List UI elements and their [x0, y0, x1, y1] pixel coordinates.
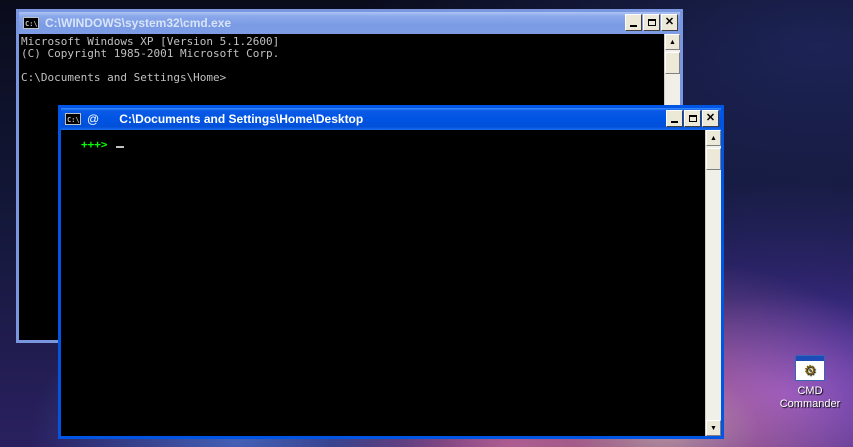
text-cursor	[115, 146, 124, 148]
console-input[interactable]: +++>	[61, 130, 705, 436]
scroll-thumb[interactable]	[665, 52, 680, 74]
console-line: (C) Copyright 1985-2001 Microsoft Corp.	[21, 47, 280, 60]
desktop: C:\WINDOWS\system32\cmd.exe Microsoft Wi…	[0, 0, 853, 447]
window-controls	[625, 14, 678, 31]
console-line: C:\Documents and Settings\Home>	[21, 71, 227, 84]
shortcut-label-line2: Commander	[779, 398, 841, 410]
maximize-button[interactable]	[643, 14, 660, 31]
window-controls	[666, 110, 719, 127]
command-prompt: +++>	[81, 138, 108, 151]
scroll-up-button[interactable]: ▲	[706, 130, 721, 146]
cmd-window-front[interactable]: @ C:\Documents and Settings\Home\Desktop…	[58, 105, 724, 439]
cmd-icon[interactable]	[65, 113, 81, 125]
shortcut-label-line1: CMD	[797, 385, 823, 397]
title-prefix: @	[87, 112, 100, 126]
scroll-down-button[interactable]: ▼	[706, 420, 721, 436]
close-button[interactable]	[702, 110, 719, 127]
window-title: C:\Documents and Settings\Home\Desktop	[119, 112, 364, 126]
scroll-thumb[interactable]	[706, 148, 721, 170]
window-title: C:\WINDOWS\system32\cmd.exe	[45, 16, 232, 30]
desktop-shortcut-cmd-commander[interactable]: CMD Commander	[778, 355, 842, 411]
titlebar[interactable]: C:\WINDOWS\system32\cmd.exe	[19, 12, 680, 34]
close-button[interactable]	[661, 14, 678, 31]
cmd-commander-icon[interactable]	[795, 355, 825, 381]
minimize-button[interactable]	[666, 110, 683, 127]
cmd-icon[interactable]	[23, 17, 39, 29]
titlebar[interactable]: @ C:\Documents and Settings\Home\Desktop	[61, 108, 721, 130]
scroll-up-button[interactable]: ▲	[665, 34, 680, 50]
minimize-button[interactable]	[625, 14, 642, 31]
maximize-button[interactable]	[684, 110, 701, 127]
vertical-scrollbar[interactable]: ▲ ▼	[705, 130, 721, 436]
